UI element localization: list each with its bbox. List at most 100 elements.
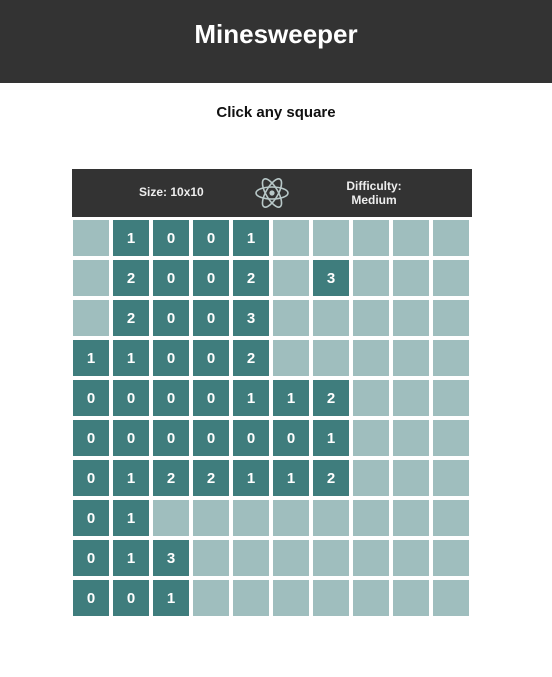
revealed-cell[interactable]: 0 xyxy=(73,500,109,536)
hidden-cell[interactable] xyxy=(353,500,389,536)
revealed-cell[interactable]: 1 xyxy=(153,580,189,616)
hidden-cell[interactable] xyxy=(393,500,429,536)
revealed-cell[interactable]: 1 xyxy=(113,220,149,256)
revealed-cell[interactable]: 1 xyxy=(113,540,149,576)
hidden-cell[interactable] xyxy=(153,500,189,536)
revealed-cell[interactable]: 1 xyxy=(113,340,149,376)
hidden-cell[interactable] xyxy=(193,580,229,616)
hidden-cell[interactable] xyxy=(353,220,389,256)
hidden-cell[interactable] xyxy=(433,580,469,616)
hidden-cell[interactable] xyxy=(393,220,429,256)
hidden-cell[interactable] xyxy=(313,220,349,256)
revealed-cell[interactable]: 1 xyxy=(113,500,149,536)
revealed-cell[interactable]: 0 xyxy=(233,420,269,456)
hidden-cell[interactable] xyxy=(313,540,349,576)
hidden-cell[interactable] xyxy=(433,460,469,496)
revealed-cell[interactable]: 0 xyxy=(193,220,229,256)
revealed-cell[interactable]: 2 xyxy=(233,340,269,376)
revealed-cell[interactable]: 2 xyxy=(313,380,349,416)
hidden-cell[interactable] xyxy=(273,300,309,336)
revealed-cell[interactable]: 1 xyxy=(233,460,269,496)
revealed-cell[interactable]: 3 xyxy=(153,540,189,576)
revealed-cell[interactable]: 0 xyxy=(193,380,229,416)
revealed-cell[interactable]: 2 xyxy=(113,300,149,336)
hidden-cell[interactable] xyxy=(73,300,109,336)
hidden-cell[interactable] xyxy=(353,300,389,336)
revealed-cell[interactable]: 0 xyxy=(153,300,189,336)
revealed-cell[interactable]: 0 xyxy=(113,420,149,456)
revealed-cell[interactable]: 2 xyxy=(153,460,189,496)
hidden-cell[interactable] xyxy=(353,540,389,576)
hidden-cell[interactable] xyxy=(393,380,429,416)
revealed-cell[interactable]: 1 xyxy=(233,220,269,256)
hidden-cell[interactable] xyxy=(433,420,469,456)
hidden-cell[interactable] xyxy=(273,540,309,576)
hidden-cell[interactable] xyxy=(193,500,229,536)
hidden-cell[interactable] xyxy=(433,260,469,296)
hidden-cell[interactable] xyxy=(73,260,109,296)
hidden-cell[interactable] xyxy=(273,220,309,256)
hidden-cell[interactable] xyxy=(273,580,309,616)
revealed-cell[interactable]: 0 xyxy=(153,420,189,456)
atom-icon[interactable] xyxy=(254,175,290,211)
hidden-cell[interactable] xyxy=(273,500,309,536)
hidden-cell[interactable] xyxy=(433,500,469,536)
hidden-cell[interactable] xyxy=(233,540,269,576)
hidden-cell[interactable] xyxy=(393,260,429,296)
revealed-cell[interactable]: 0 xyxy=(273,420,309,456)
hidden-cell[interactable] xyxy=(353,580,389,616)
revealed-cell[interactable]: 0 xyxy=(73,540,109,576)
hidden-cell[interactable] xyxy=(273,340,309,376)
hidden-cell[interactable] xyxy=(353,260,389,296)
revealed-cell[interactable]: 0 xyxy=(193,420,229,456)
hidden-cell[interactable] xyxy=(73,220,109,256)
hidden-cell[interactable] xyxy=(393,580,429,616)
revealed-cell[interactable]: 0 xyxy=(113,380,149,416)
hidden-cell[interactable] xyxy=(433,340,469,376)
revealed-cell[interactable]: 2 xyxy=(193,460,229,496)
revealed-cell[interactable]: 0 xyxy=(153,260,189,296)
hidden-cell[interactable] xyxy=(393,420,429,456)
hidden-cell[interactable] xyxy=(393,340,429,376)
revealed-cell[interactable]: 0 xyxy=(193,300,229,336)
hidden-cell[interactable] xyxy=(393,300,429,336)
revealed-cell[interactable]: 0 xyxy=(73,380,109,416)
revealed-cell[interactable]: 1 xyxy=(113,460,149,496)
revealed-cell[interactable]: 2 xyxy=(313,460,349,496)
revealed-cell[interactable]: 1 xyxy=(73,340,109,376)
revealed-cell[interactable]: 0 xyxy=(193,260,229,296)
revealed-cell[interactable]: 0 xyxy=(193,340,229,376)
hidden-cell[interactable] xyxy=(353,340,389,376)
revealed-cell[interactable]: 3 xyxy=(313,260,349,296)
hidden-cell[interactable] xyxy=(273,260,309,296)
hidden-cell[interactable] xyxy=(433,380,469,416)
hidden-cell[interactable] xyxy=(433,540,469,576)
hidden-cell[interactable] xyxy=(233,580,269,616)
revealed-cell[interactable]: 0 xyxy=(153,380,189,416)
hidden-cell[interactable] xyxy=(433,220,469,256)
revealed-cell[interactable]: 1 xyxy=(273,380,309,416)
revealed-cell[interactable]: 0 xyxy=(113,580,149,616)
revealed-cell[interactable]: 0 xyxy=(73,460,109,496)
hidden-cell[interactable] xyxy=(353,460,389,496)
revealed-cell[interactable]: 3 xyxy=(233,300,269,336)
hidden-cell[interactable] xyxy=(313,340,349,376)
revealed-cell[interactable]: 0 xyxy=(153,220,189,256)
hidden-cell[interactable] xyxy=(393,540,429,576)
hidden-cell[interactable] xyxy=(233,500,269,536)
hidden-cell[interactable] xyxy=(353,420,389,456)
hidden-cell[interactable] xyxy=(193,540,229,576)
revealed-cell[interactable]: 0 xyxy=(153,340,189,376)
revealed-cell[interactable]: 0 xyxy=(73,580,109,616)
revealed-cell[interactable]: 1 xyxy=(233,380,269,416)
revealed-cell[interactable]: 0 xyxy=(73,420,109,456)
revealed-cell[interactable]: 1 xyxy=(273,460,309,496)
hidden-cell[interactable] xyxy=(393,460,429,496)
hidden-cell[interactable] xyxy=(313,580,349,616)
hidden-cell[interactable] xyxy=(353,380,389,416)
hidden-cell[interactable] xyxy=(313,500,349,536)
revealed-cell[interactable]: 2 xyxy=(233,260,269,296)
revealed-cell[interactable]: 2 xyxy=(113,260,149,296)
revealed-cell[interactable]: 1 xyxy=(313,420,349,456)
hidden-cell[interactable] xyxy=(433,300,469,336)
